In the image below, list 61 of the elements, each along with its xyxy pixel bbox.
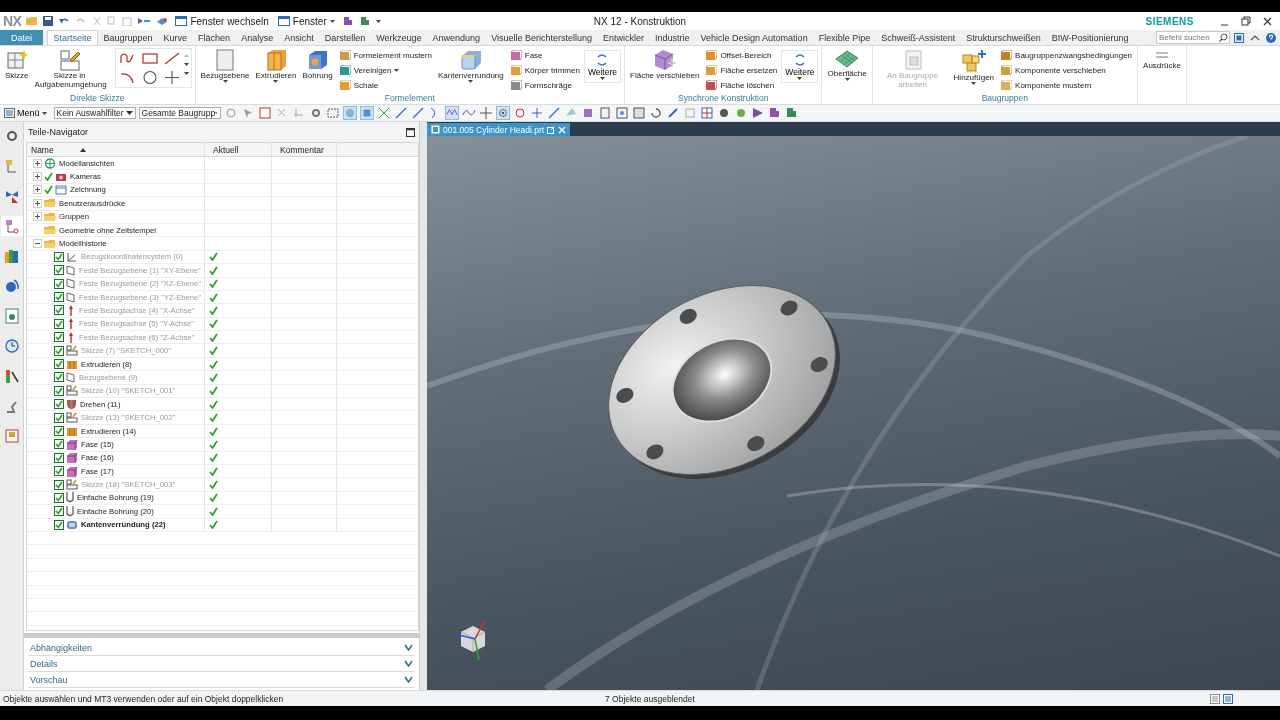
ribbon-button[interactable]: Fläche verschieben — [628, 48, 702, 81]
group-label: Direkte Skizze — [69, 93, 126, 104]
ribbon-tab[interactable]: Flächen — [192, 30, 236, 45]
ribbon-button[interactable]: Oberfläche — [825, 48, 869, 82]
ribbon-tab[interactable]: Darstellen — [319, 30, 371, 45]
column-header[interactable]: Aktuell — [209, 144, 239, 155]
ribbon-button[interactable]: Schale — [336, 78, 434, 92]
status-info: 7 Objekte ausgeblendet — [605, 693, 695, 704]
ribbon-tab[interactable]: Startseite — [47, 30, 99, 45]
ribbon-button[interactable]: Baugruppenzwangsbedingungen — [998, 48, 1135, 62]
ribbon-button[interactable]: Skizze in Aufgabenumgebung — [32, 48, 107, 90]
window-menu-button[interactable]: Fenster — [275, 15, 337, 27]
ribbon-button[interactable]: Hinzufügen — [951, 48, 997, 86]
ribbon-tab[interactable]: Datei — [0, 30, 43, 45]
ribbon-tab[interactable]: Industrie — [649, 30, 696, 45]
group-label: Formelement — [383, 93, 436, 104]
ribbon-tab[interactable]: Entwickler — [597, 30, 650, 45]
ribbon-button[interactable]: Ausdrücke — [1141, 48, 1183, 71]
brand-logo: SIEMENS — [1145, 15, 1194, 27]
app-logo: NX — [3, 13, 22, 29]
ribbon-tab[interactable]: Kurve — [158, 30, 193, 45]
ribbon-tab[interactable]: Werkzeuge — [370, 30, 428, 45]
column-header[interactable]: Name — [27, 144, 54, 155]
window-menu-button[interactable]: Fenster wechseln — [173, 15, 271, 27]
ribbon-tab[interactable]: BIW-Positionierung — [1046, 30, 1135, 45]
ribbon-tab[interactable]: Schweiß-Assistent — [875, 30, 961, 45]
filter-dropdown[interactable]: Gesamte Baugrupp — [138, 107, 221, 119]
filter-dropdown[interactable]: Kein Auswahlfilter — [53, 107, 136, 119]
ribbon-button[interactable]: Kantenverrundung — [435, 48, 506, 84]
menu-button[interactable]: Menü — [4, 108, 51, 118]
ribbon-button[interactable]: Vereinigen — [336, 63, 434, 77]
ribbon-button[interactable]: Formschräge — [507, 78, 582, 92]
status-message: Objekte auswählen und MT3 verwenden oder auf ein Objekt doppelklicken — [3, 693, 285, 704]
ribbon-tab[interactable]: Vehicle Design Automation — [695, 30, 814, 45]
ribbon-tab[interactable]: Anwendung — [427, 30, 486, 45]
ribbon-tab[interactable]: Visuelle Berichterstellung — [485, 30, 598, 45]
search-field[interactable]: Befehl suchen — [1156, 31, 1230, 44]
ribbon-button[interactable]: Körper trimmen — [507, 63, 582, 77]
ribbon-button[interactable]: Formelement mustern — [336, 48, 434, 62]
ribbon-tab[interactable]: Baugruppen — [98, 30, 159, 45]
ribbon-button[interactable]: Skizze — [3, 48, 31, 81]
ribbon-button[interactable]: Bohrung — [300, 48, 335, 81]
ribbon-button[interactable]: Fase — [507, 48, 582, 62]
navigator-title: Teile-Navigator — [28, 127, 89, 137]
ribbon-tab[interactable]: Strukturschweißen — [960, 30, 1047, 45]
ribbon-button[interactable]: Bezugsebene — [198, 48, 252, 84]
ribbon-button[interactable]: Fläche löschen — [703, 78, 780, 92]
ribbon-button[interactable]: Komponente mustern — [998, 78, 1135, 92]
group-label: Baugruppen — [980, 93, 1029, 104]
more-button[interactable]: Weitere — [781, 50, 819, 83]
ribbon-button[interactable]: Komponente verschieben — [998, 63, 1135, 77]
ribbon-button[interactable]: Offset-Bereich — [703, 48, 780, 62]
ribbon-tab[interactable]: Ansicht — [278, 30, 320, 45]
ribbon-button[interactable]: Fläche ersetzen — [703, 63, 780, 77]
window-title: NX 12 - Konstruktion — [593, 15, 687, 27]
ribbon-tab[interactable]: Flexible Pipe — [813, 30, 876, 45]
group-label: Synchrone Konstruktion — [677, 93, 770, 104]
ribbon-button[interactable]: Extrudieren — [253, 48, 299, 84]
ribbon-tab[interactable]: Analyse — [235, 30, 279, 45]
more-button[interactable]: Weitere — [583, 50, 621, 83]
column-header[interactable]: Kommentar — [276, 144, 324, 155]
